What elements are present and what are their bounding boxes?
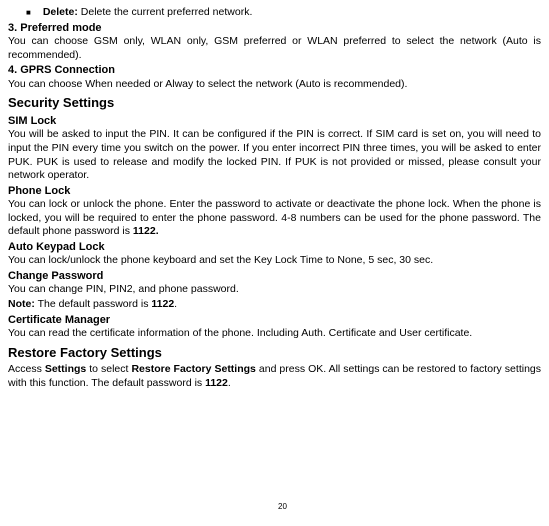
phone-lock-text: You can lock or unlock the phone. Enter … [8, 198, 541, 237]
heading-change-password: Change Password [8, 269, 541, 283]
restore-pre: Access [8, 363, 45, 375]
page-number: 20 [8, 502, 549, 512]
restore-mid1: to select [86, 363, 131, 375]
restore-b2: Restore Factory Settings [131, 363, 255, 375]
para-restore: Access Settings to select Restore Factor… [8, 363, 541, 390]
para-keypad-lock: You can lock/unlock the phone keyboard a… [8, 254, 541, 268]
heading-restore: Restore Factory Settings [8, 345, 541, 362]
bullet-desc: Delete the current preferred network. [78, 6, 253, 18]
heading-cert-manager: Certificate Manager [8, 313, 541, 327]
bullet-label: Delete: [43, 6, 78, 18]
heading-phone-lock: Phone Lock [8, 184, 541, 198]
para-gprs: You can choose When needed or Alway to s… [8, 78, 541, 92]
para-cert-manager: You can read the certificate information… [8, 327, 541, 341]
note-code: 1122 [151, 298, 174, 310]
para-note: Note: The default password is 1122. [8, 298, 541, 312]
heading-preferred-mode: 3. Preferred mode [8, 21, 541, 35]
bullet-delete: ■ Delete: Delete the current preferred n… [26, 6, 541, 20]
bullet-content: Delete: Delete the current preferred net… [43, 6, 541, 20]
phone-lock-code: 1122. [133, 225, 159, 237]
restore-b1: Settings [45, 363, 86, 375]
para-change-password: You can change PIN, PIN2, and phone pass… [8, 283, 541, 297]
heading-gprs: 4. GPRS Connection [8, 63, 541, 77]
para-sim-lock: You will be asked to input the PIN. It c… [8, 128, 541, 183]
note-pre: The default password is [35, 298, 152, 310]
bullet-marker: ■ [26, 8, 31, 18]
para-preferred-mode: You can choose GSM only, WLAN only, GSM … [8, 35, 541, 62]
heading-security: Security Settings [8, 95, 541, 112]
heading-keypad-lock: Auto Keypad Lock [8, 240, 541, 254]
heading-sim-lock: SIM Lock [8, 114, 541, 128]
note-label: Note: [8, 298, 35, 310]
restore-post: . [228, 377, 231, 389]
note-post: . [174, 298, 177, 310]
para-phone-lock: You can lock or unlock the phone. Enter … [8, 198, 541, 239]
restore-b3: 1122 [205, 377, 228, 389]
